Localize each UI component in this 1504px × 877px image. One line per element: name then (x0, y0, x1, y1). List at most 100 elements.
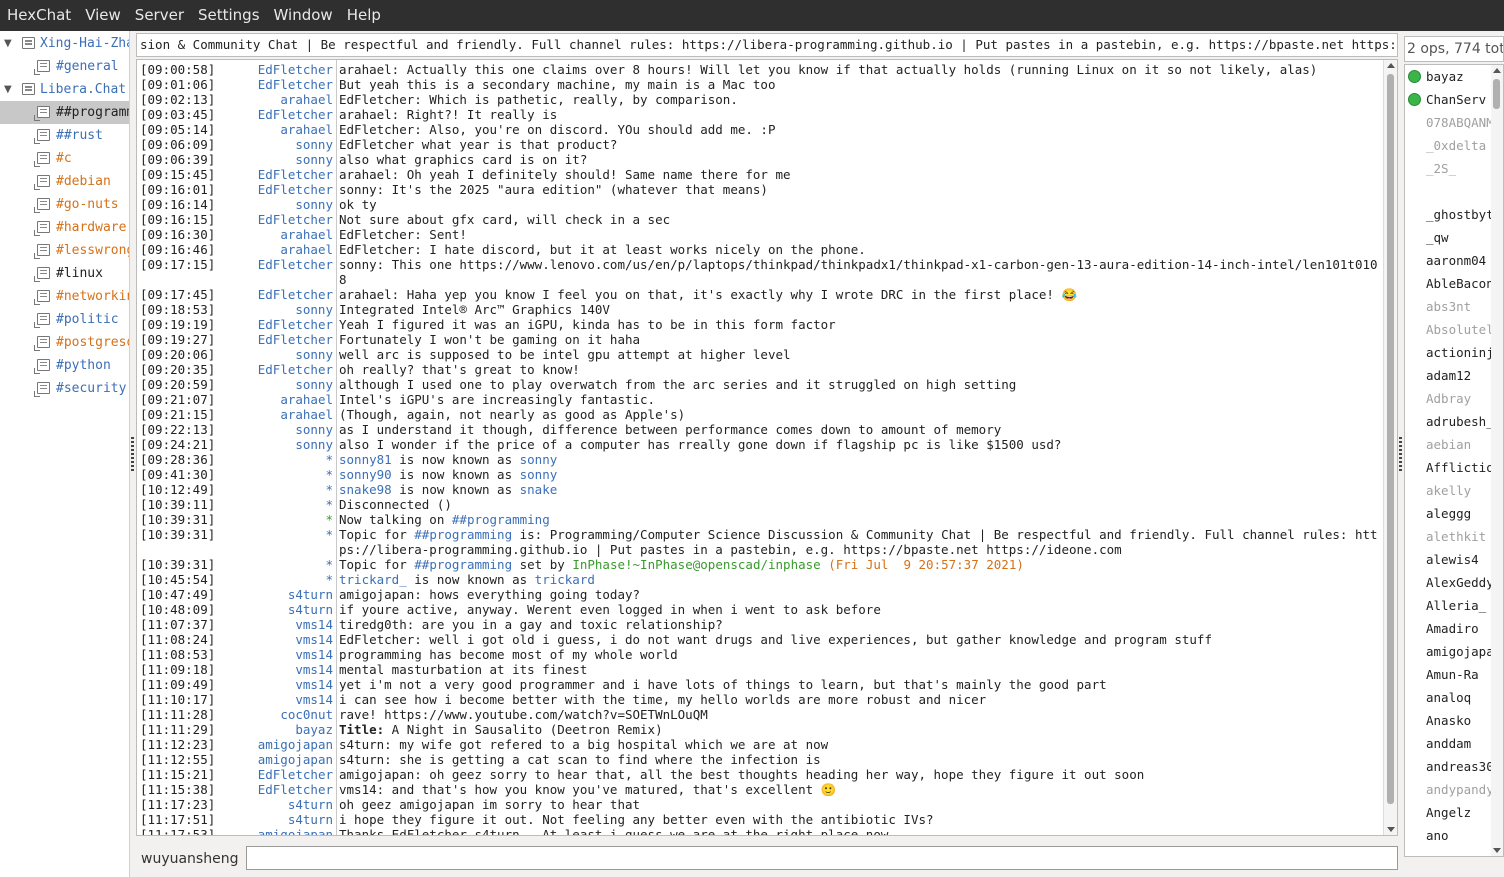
user-item[interactable]: Absolutely (1405, 318, 1503, 341)
user-item[interactable]: ano (1405, 824, 1503, 847)
chat-scrollbar[interactable] (1383, 60, 1397, 835)
user-item[interactable]: actioninja (1405, 341, 1503, 364)
nick-label[interactable]: EdFletcher (258, 362, 333, 377)
user-item[interactable]: _0xdelta (1405, 134, 1503, 157)
user-item[interactable]: andypandy (1405, 778, 1503, 801)
chat-scroll-thumb[interactable] (1387, 74, 1394, 804)
user-item[interactable]: adrubesh_ (1405, 410, 1503, 433)
nick-label[interactable]: EdFletcher (258, 167, 333, 182)
nick-label[interactable]: sonny (295, 152, 333, 167)
tree-channel[interactable]: #networking (0, 285, 129, 308)
nick-label[interactable]: amigojapan (258, 737, 333, 752)
nick-label[interactable]: s4turn (288, 797, 333, 812)
nick-label[interactable]: arahael (280, 407, 333, 422)
user-item[interactable]: alethkit (1405, 525, 1503, 548)
user-item[interactable]: akelly (1405, 479, 1503, 502)
tree-channel[interactable]: ##programming (0, 101, 129, 124)
menu-settings[interactable]: Settings (191, 0, 267, 31)
message-part[interactable]: sonny90 (339, 467, 392, 482)
user-item[interactable]: _2S_ (1405, 157, 1503, 180)
nick-label[interactable]: amigojapan (258, 752, 333, 767)
expander-icon[interactable]: ▼ (4, 32, 16, 55)
tree-channel[interactable]: #linux (0, 262, 129, 285)
tree-channel[interactable]: #security (0, 377, 129, 400)
tree-server[interactable]: ▼ Xing-Hai-Zhan (0, 32, 129, 55)
user-item[interactable]: _ghostbyte (1405, 203, 1503, 226)
nick-label[interactable]: vms14 (295, 632, 333, 647)
tree-channel[interactable]: #postgresql (0, 331, 129, 354)
channel-tree[interactable]: ▼ Xing-Hai-Zhan #general ▼ Libera.Chat ##prog… (0, 31, 130, 877)
user-item[interactable]: ChanServ (1405, 88, 1503, 111)
nick-label[interactable]: EdFletcher (258, 287, 333, 302)
user-item[interactable]: bayaz (1405, 65, 1503, 88)
user-item[interactable]: analoq (1405, 686, 1503, 709)
user-item[interactable]: Angelz (1405, 801, 1503, 824)
menu-hexchat[interactable]: HexChat (0, 0, 78, 31)
nick-label[interactable]: * (325, 467, 333, 482)
tree-channel[interactable]: #hardware (0, 216, 129, 239)
user-item[interactable]: Alleria_ (1405, 594, 1503, 617)
tree-channel[interactable]: #python (0, 354, 129, 377)
nick-label[interactable]: arahael (280, 242, 333, 257)
nick-label[interactable]: EdFletcher (258, 782, 333, 797)
user-item[interactable]: AbleBacon (1405, 272, 1503, 295)
nick-label[interactable]: EdFletcher (258, 317, 333, 332)
nick-label[interactable]: * (325, 482, 333, 497)
scroll-up-arrow-icon[interactable] (1493, 68, 1501, 73)
user-item[interactable]: amigojapan (1405, 640, 1503, 663)
nick-label[interactable]: vms14 (295, 692, 333, 707)
nick-label[interactable]: EdFletcher (258, 332, 333, 347)
tree-channel[interactable]: #general (0, 55, 129, 78)
user-item[interactable]: aleggg (1405, 502, 1503, 525)
message-part[interactable]: sonny (520, 452, 558, 467)
nick-label[interactable]: vms14 (295, 662, 333, 677)
message-part[interactable]: trickard (535, 572, 595, 587)
message-input[interactable] (246, 846, 1398, 870)
nick-label[interactable]: EdFletcher (258, 62, 333, 77)
user-item[interactable]: andreas303 (1405, 755, 1503, 778)
topic-bar[interactable]: sion & Community Chat | Be respectful an… (136, 33, 1398, 57)
nick-label[interactable]: sonny (295, 347, 333, 362)
nick-label[interactable]: * (325, 452, 333, 467)
nick-label[interactable]: * (325, 557, 333, 572)
menu-view[interactable]: View (78, 0, 128, 31)
nick-label[interactable]: EdFletcher (258, 767, 333, 782)
message-part[interactable]: snake98 (339, 482, 392, 497)
tree-channel[interactable]: #debian (0, 170, 129, 193)
user-item[interactable]: Adbray (1405, 387, 1503, 410)
tree-channel[interactable]: #c (0, 147, 129, 170)
user-item[interactable]: Amadiro (1405, 617, 1503, 640)
user-item[interactable]: adam12 (1405, 364, 1503, 387)
userlist-scrollbar[interactable] (1491, 65, 1503, 856)
scroll-down-arrow-icon[interactable] (1387, 827, 1395, 832)
message-part[interactable]: ##programming (452, 512, 550, 527)
nick-button[interactable]: wuyuansheng (136, 846, 244, 872)
user-item[interactable]: Anasko (1405, 709, 1503, 732)
message-part[interactable]: sonny81 (339, 452, 392, 467)
nick-label[interactable]: arahael (280, 392, 333, 407)
tree-channel[interactable]: #go-nuts (0, 193, 129, 216)
nick-label[interactable]: coc0nut (280, 707, 333, 722)
nick-label[interactable]: vms14 (295, 617, 333, 632)
nick-label[interactable]: * (325, 527, 333, 542)
nick-label[interactable]: sonny (295, 302, 333, 317)
nick-label[interactable]: vms14 (295, 677, 333, 692)
nick-label[interactable]: sonny (295, 197, 333, 212)
user-item[interactable]: alewis4 (1405, 548, 1503, 571)
user-item[interactable]: abs3nt (1405, 295, 1503, 318)
message-part[interactable]: ##programming (414, 557, 512, 572)
left-pane-grip[interactable] (131, 437, 134, 473)
user-item[interactable]: aebian (1405, 433, 1503, 456)
nick-label[interactable]: * (325, 497, 333, 512)
right-pane-grip[interactable] (1399, 437, 1402, 473)
user-list[interactable]: bayaz ChanServ 078ABQANM _0xdelta _2S_ _ghost… (1404, 64, 1504, 857)
nick-label[interactable]: arahael (280, 227, 333, 242)
nick-label[interactable]: sonny (295, 422, 333, 437)
user-item[interactable]: anddam (1405, 732, 1503, 755)
user-item[interactable]: _qw (1405, 226, 1503, 249)
nick-label[interactable]: EdFletcher (258, 182, 333, 197)
nick-label[interactable]: EdFletcher (258, 77, 333, 92)
nick-label[interactable]: EdFletcher (258, 257, 333, 272)
nick-label[interactable]: vms14 (295, 647, 333, 662)
user-item[interactable]: Amun-Ra (1405, 663, 1503, 686)
